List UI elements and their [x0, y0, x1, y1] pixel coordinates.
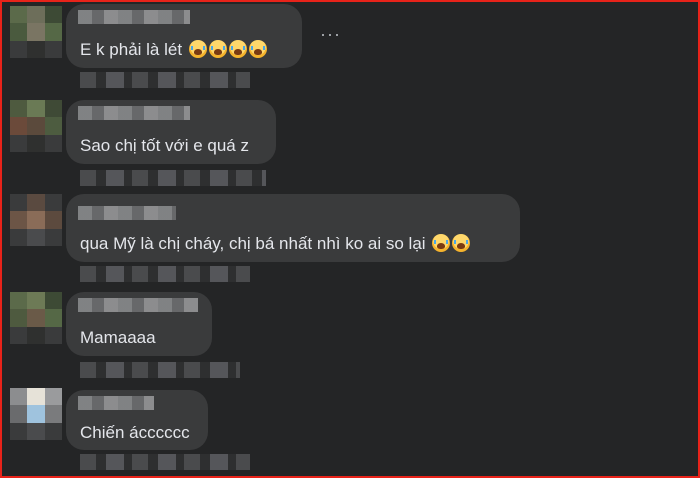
avatar[interactable] — [10, 388, 62, 440]
comment-text: Sao chị tốt với e quá z — [80, 136, 249, 155]
comment-text: Chiến ácccccc — [80, 423, 190, 442]
comment-actions-redacted[interactable] — [80, 72, 250, 88]
more-options-icon[interactable]: ··· — [320, 24, 341, 45]
author-name-redacted[interactable] — [78, 396, 154, 410]
crying-face-icon — [248, 40, 267, 58]
comment-bubble: E k phải là lét — [66, 4, 302, 68]
comment-text: Mamaaaa — [80, 328, 156, 347]
comment-text: E k phải là lét — [80, 40, 267, 60]
crying-face-icon — [228, 40, 247, 58]
comment-bubble: qua Mỹ là chị cháy, chị bá nhất nhì ko a… — [66, 194, 520, 262]
author-name-redacted[interactable] — [78, 206, 176, 220]
avatar[interactable] — [10, 6, 62, 58]
comment-bubble: Sao chị tốt với e quá z — [66, 100, 276, 164]
author-name-redacted[interactable] — [78, 298, 198, 312]
crying-face-icon — [432, 234, 451, 252]
comment-actions-redacted[interactable] — [80, 362, 240, 378]
crying-face-icon — [188, 40, 207, 58]
comment-bubble: Mamaaaa — [66, 292, 212, 356]
avatar[interactable] — [10, 292, 62, 344]
avatar[interactable] — [10, 194, 62, 246]
comment-actions-redacted[interactable] — [80, 454, 250, 470]
comment-text: qua Mỹ là chị cháy, chị bá nhất nhì ko a… — [80, 234, 471, 254]
author-name-redacted[interactable] — [78, 10, 190, 24]
comment-actions-redacted[interactable] — [80, 266, 250, 282]
avatar[interactable] — [10, 100, 62, 152]
crying-face-icon — [452, 234, 471, 252]
crying-face-icon — [208, 40, 227, 58]
comment-bubble: Chiến ácccccc — [66, 390, 208, 450]
comments-panel: E k phải là lét ··· Sao chị tốt với e qu… — [0, 0, 700, 478]
comment-actions-redacted[interactable] — [80, 170, 266, 186]
author-name-redacted[interactable] — [78, 106, 190, 120]
